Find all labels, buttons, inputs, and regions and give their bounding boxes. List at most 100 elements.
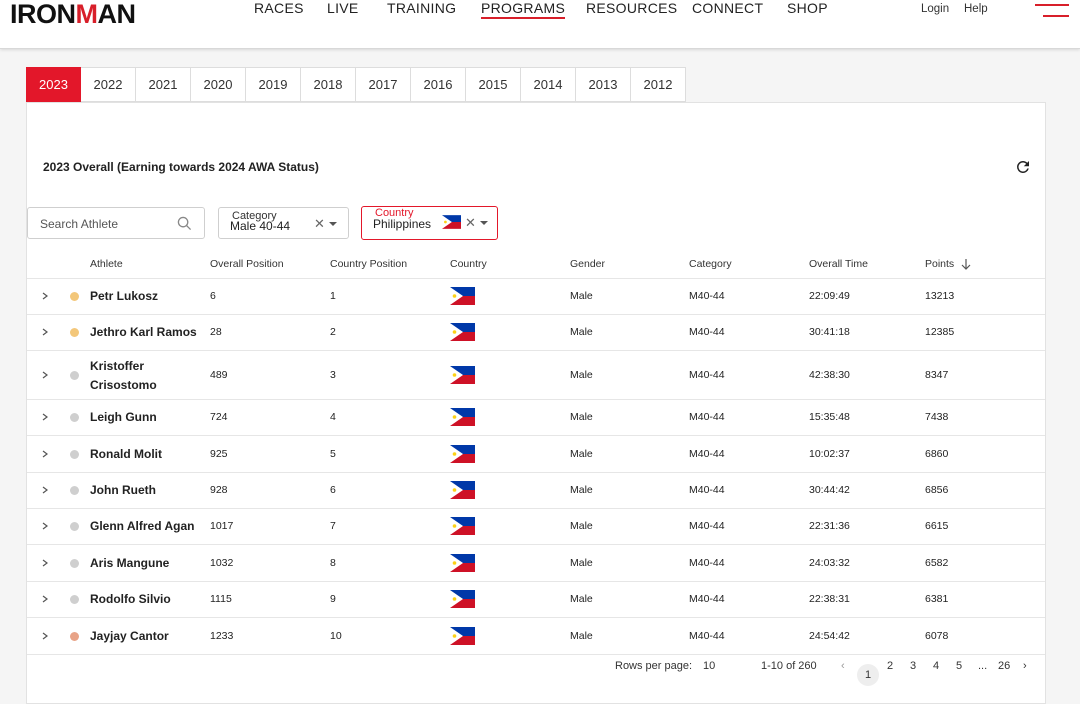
- cell-overall-position: 724: [210, 411, 228, 424]
- page-26-button[interactable]: 26: [998, 660, 1010, 675]
- menu-icon[interactable]: [1035, 0, 1069, 20]
- chevron-right-icon[interactable]: [41, 559, 49, 567]
- philippines-flag-icon: [450, 365, 475, 384]
- header-category[interactable]: Category: [689, 258, 732, 270]
- status-dot: [70, 486, 79, 495]
- tab-year-2022[interactable]: 2022: [81, 67, 136, 102]
- status-dot: [70, 292, 79, 301]
- athlete-name-link[interactable]: Jethro Karl Ramos: [90, 323, 197, 342]
- tab-year-2016[interactable]: 2016: [411, 67, 466, 102]
- header-points[interactable]: Points: [925, 258, 954, 270]
- chevron-down-icon[interactable]: [329, 222, 337, 226]
- table-row[interactable]: John Rueth 928 6 Male M40-44 30:44:42 6856: [27, 473, 1045, 509]
- help-link[interactable]: Help: [964, 3, 988, 15]
- page-2-button[interactable]: 2: [887, 660, 893, 675]
- athlete-name-link[interactable]: Aris Mangune: [90, 554, 169, 573]
- tab-year-2014[interactable]: 2014: [521, 67, 576, 102]
- nav-connect[interactable]: CONNECT: [692, 0, 763, 16]
- chevron-right-icon[interactable]: [41, 371, 49, 379]
- cell-overall-position: 928: [210, 484, 228, 496]
- table-row[interactable]: Jethro Karl Ramos 28 2 Male M40-44 30:41:18 12…: [27, 315, 1045, 352]
- tab-year-2013[interactable]: 2013: [576, 67, 631, 102]
- page-4-button[interactable]: 4: [933, 660, 939, 675]
- header-overall-position[interactable]: Overall Position: [210, 258, 284, 270]
- sort-arrow-down-icon[interactable]: [961, 259, 971, 270]
- tab-year-2019[interactable]: 2019: [246, 67, 301, 102]
- table-row[interactable]: Petr Lukosz 6 1 Male M40-44 22:09:49 13213: [27, 279, 1045, 315]
- athlete-name-link[interactable]: Glenn Alfred Agan: [90, 517, 194, 536]
- table-row[interactable]: Jayjay Cantor 1233 10 Male M40-44 24:54:42 607…: [27, 619, 1045, 655]
- chevron-right-icon[interactable]: [41, 292, 49, 300]
- tab-year-2018[interactable]: 2018: [301, 67, 356, 102]
- nav-live[interactable]: LIVE: [327, 0, 359, 16]
- header-overall-time[interactable]: Overall Time: [809, 258, 868, 270]
- chevron-right-icon[interactable]: [41, 632, 49, 640]
- header-country[interactable]: Country: [450, 258, 487, 270]
- cell-category: M40-44: [689, 326, 725, 339]
- tab-year-2020[interactable]: 2020: [191, 67, 246, 102]
- tab-year-2021[interactable]: 2021: [136, 67, 191, 102]
- chevron-right-icon[interactable]: [41, 450, 49, 458]
- cell-category: M40-44: [689, 484, 725, 496]
- cell-overall-time: 10:02:37: [809, 447, 850, 460]
- clear-country-icon[interactable]: ✕: [465, 215, 476, 231]
- header-country-position[interactable]: Country Position: [330, 258, 407, 270]
- cell-points: 6078: [925, 629, 949, 642]
- chevron-right-icon[interactable]: [41, 522, 49, 530]
- cell-overall-time: 22:31:36: [809, 520, 850, 533]
- table-row[interactable]: Kristoffer Crisostomo 489 3 Male M40-44 42:38:…: [27, 352, 1045, 400]
- athlete-name-link[interactable]: Leigh Gunn: [90, 408, 157, 427]
- table-row[interactable]: Leigh Gunn 724 4 Male M40-44 15:35:48 7438: [27, 400, 1045, 437]
- prev-page-icon[interactable]: ‹: [841, 660, 845, 675]
- tab-year-2015[interactable]: 2015: [466, 67, 521, 102]
- philippines-flag-icon: [450, 590, 475, 609]
- login-link[interactable]: Login: [921, 3, 949, 15]
- chevron-right-icon[interactable]: [41, 595, 49, 603]
- nav-training[interactable]: TRAINING: [387, 0, 456, 16]
- table-row[interactable]: Ronald Molit 925 5 Male M40-44 10:02:37 6860: [27, 437, 1045, 473]
- athlete-name-link[interactable]: Rodolfo Silvio: [90, 590, 171, 609]
- next-page-icon[interactable]: ›: [1023, 660, 1027, 675]
- tab-year-2023[interactable]: 2023: [26, 67, 81, 102]
- philippines-flag-icon: [450, 626, 475, 645]
- athlete-name-link[interactable]: Kristoffer Crisostomo: [90, 357, 157, 395]
- table-row[interactable]: Aris Mangune 1032 8 Male M40-44 24:03:32 6582: [27, 546, 1045, 582]
- rows-per-page-select[interactable]: 10: [703, 660, 715, 675]
- nav-resources[interactable]: RESOURCES: [586, 0, 677, 16]
- search-input[interactable]: [38, 216, 172, 232]
- tab-year-2017[interactable]: 2017: [356, 67, 411, 102]
- philippines-flag-icon: [450, 481, 475, 499]
- rankings-panel: 2023 Overall (Earning towards 2024 AWA S…: [26, 102, 1046, 704]
- tab-year-2012[interactable]: 2012: [631, 67, 686, 102]
- category-select[interactable]: Category Male 40-44 ✕: [218, 207, 349, 239]
- athlete-name-link[interactable]: Petr Lukosz: [90, 287, 158, 306]
- cell-gender: Male: [570, 556, 593, 569]
- chevron-down-icon[interactable]: [480, 221, 488, 225]
- clear-category-icon[interactable]: ✕: [314, 216, 325, 232]
- cell-overall-time: 42:38:30: [809, 368, 850, 381]
- chevron-right-icon[interactable]: [41, 486, 49, 494]
- search-icon[interactable]: [177, 216, 192, 231]
- cell-points: 13213: [925, 290, 955, 302]
- nav-races[interactable]: RACES: [254, 0, 304, 16]
- header-gender[interactable]: Gender: [570, 258, 605, 270]
- header-athlete[interactable]: Athlete: [90, 258, 123, 270]
- table-row[interactable]: Rodolfo Silvio 1115 9 Male M40-44 22:38:31 638…: [27, 582, 1045, 619]
- chevron-right-icon[interactable]: [41, 413, 49, 421]
- nav-programs[interactable]: PROGRAMS: [481, 0, 566, 19]
- refresh-icon[interactable]: [1014, 158, 1032, 176]
- top-nav: IRONMAN RACES LIVE TRAINING PROGRAMS RES…: [0, 0, 1080, 49]
- table-row[interactable]: Glenn Alfred Agan 1017 7 Male M40-44 22:31:36…: [27, 509, 1045, 546]
- athlete-name-line: Crisostomo: [90, 377, 157, 392]
- ironman-logo[interactable]: IRONMAN: [10, 0, 155, 26]
- athlete-name-link[interactable]: Ronald Molit: [90, 445, 162, 464]
- page-3-button[interactable]: 3: [910, 660, 916, 675]
- country-select[interactable]: Country Philippines ✕: [361, 206, 498, 240]
- page-5-button[interactable]: 5: [956, 660, 962, 675]
- athlete-name-link[interactable]: Jayjay Cantor: [90, 627, 169, 646]
- athlete-name-link[interactable]: John Rueth: [90, 481, 156, 500]
- cell-overall-time: 24:03:32: [809, 556, 850, 569]
- nav-shop[interactable]: SHOP: [787, 0, 828, 16]
- chevron-right-icon[interactable]: [41, 328, 49, 336]
- page-1-button[interactable]: 1: [857, 664, 879, 686]
